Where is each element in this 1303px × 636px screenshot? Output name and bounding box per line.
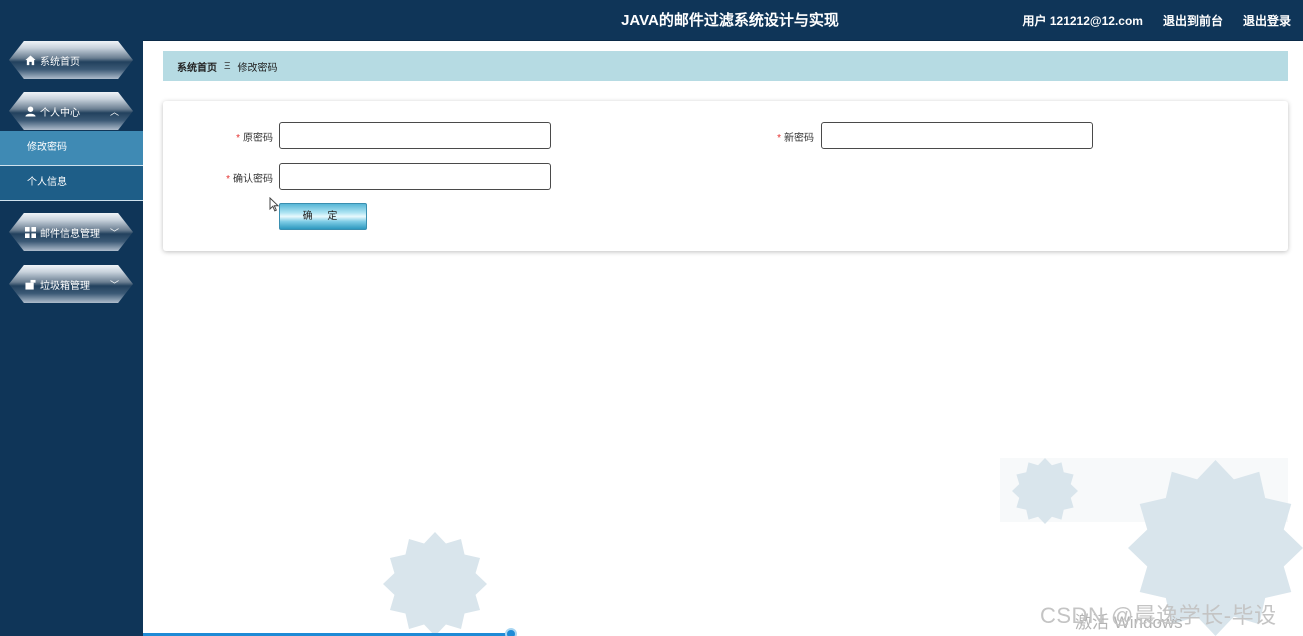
user-info: 用户 121212@12.com [1022,14,1143,28]
required-mark: * [777,133,781,144]
sidebar-item-personal-center[interactable]: 个人中心 ︿ [9,92,133,130]
divider [0,200,143,201]
confirm-button[interactable]: 确 定 [279,203,367,230]
confirm-password-input[interactable] [279,163,551,190]
change-password-form: * 原密码 * 新密码 * 确认密码 确 定 [163,101,1288,251]
grid-icon [25,226,36,238]
breadcrumb-current: 修改密码 [237,62,278,74]
new-password-label: * 新密码 [777,133,814,144]
home-icon [25,54,36,65]
back-to-front-link[interactable]: 退出到前台 [1163,12,1223,29]
chevron-down-icon: ﹀ [109,280,119,290]
trash-icon [25,279,36,290]
mouse-cursor-icon [269,197,279,212]
required-mark: * [236,133,240,144]
submenu-personal-info[interactable]: 个人信息 [0,166,143,200]
sidebar-item-label: 垃圾箱管理 [40,280,90,292]
old-password-input[interactable] [279,122,551,149]
user-icon [25,105,36,117]
breadcrumb-separator: Ξ [224,60,231,72]
submenu-change-password[interactable]: 修改密码 [0,131,143,165]
csdn-watermark: CSDN @晨逸学长-毕设 [1040,603,1277,628]
chevron-up-icon: ︿ [109,107,119,117]
sidebar-item-home[interactable]: 系统首页 [9,41,133,79]
progress-handle[interactable] [505,628,517,636]
main-content: 系统首页 Ξ 修改密码 * 原密码 * 新密码 * 确认密码 确 定 [143,41,1303,636]
required-mark: * [226,174,230,185]
old-password-label: * 原密码 [236,133,273,144]
sidebar-item-label: 系统首页 [40,56,80,68]
chevron-down-icon: ﹀ [109,228,119,238]
confirm-password-label: * 确认密码 [226,174,273,185]
breadcrumb-home[interactable]: 系统首页 [177,59,217,74]
top-header: JAVA的邮件过滤系统设计与实现 用户 121212@12.com 退出到前台 … [143,0,1303,41]
sidebar-item-label: 个人中心 [40,107,80,119]
breadcrumb: 系统首页 Ξ 修改密码 [163,51,1288,81]
sidebar-item-trash-management[interactable]: 垃圾箱管理 ﹀ [9,265,133,303]
sidebar: 系统首页 个人中心 ︿ 修改密码 个人信息 邮件信息管理 ﹀ 垃圾箱管理 ﹀ [0,0,143,636]
new-password-input[interactable] [821,122,1093,149]
sidebar-item-label: 邮件信息管理 [40,228,100,240]
logout-link[interactable]: 退出登录 [1243,12,1291,29]
sidebar-item-mail-management[interactable]: 邮件信息管理 ﹀ [9,213,133,251]
header-links: 用户 121212@12.com 退出到前台 退出登录 [1023,0,1291,41]
